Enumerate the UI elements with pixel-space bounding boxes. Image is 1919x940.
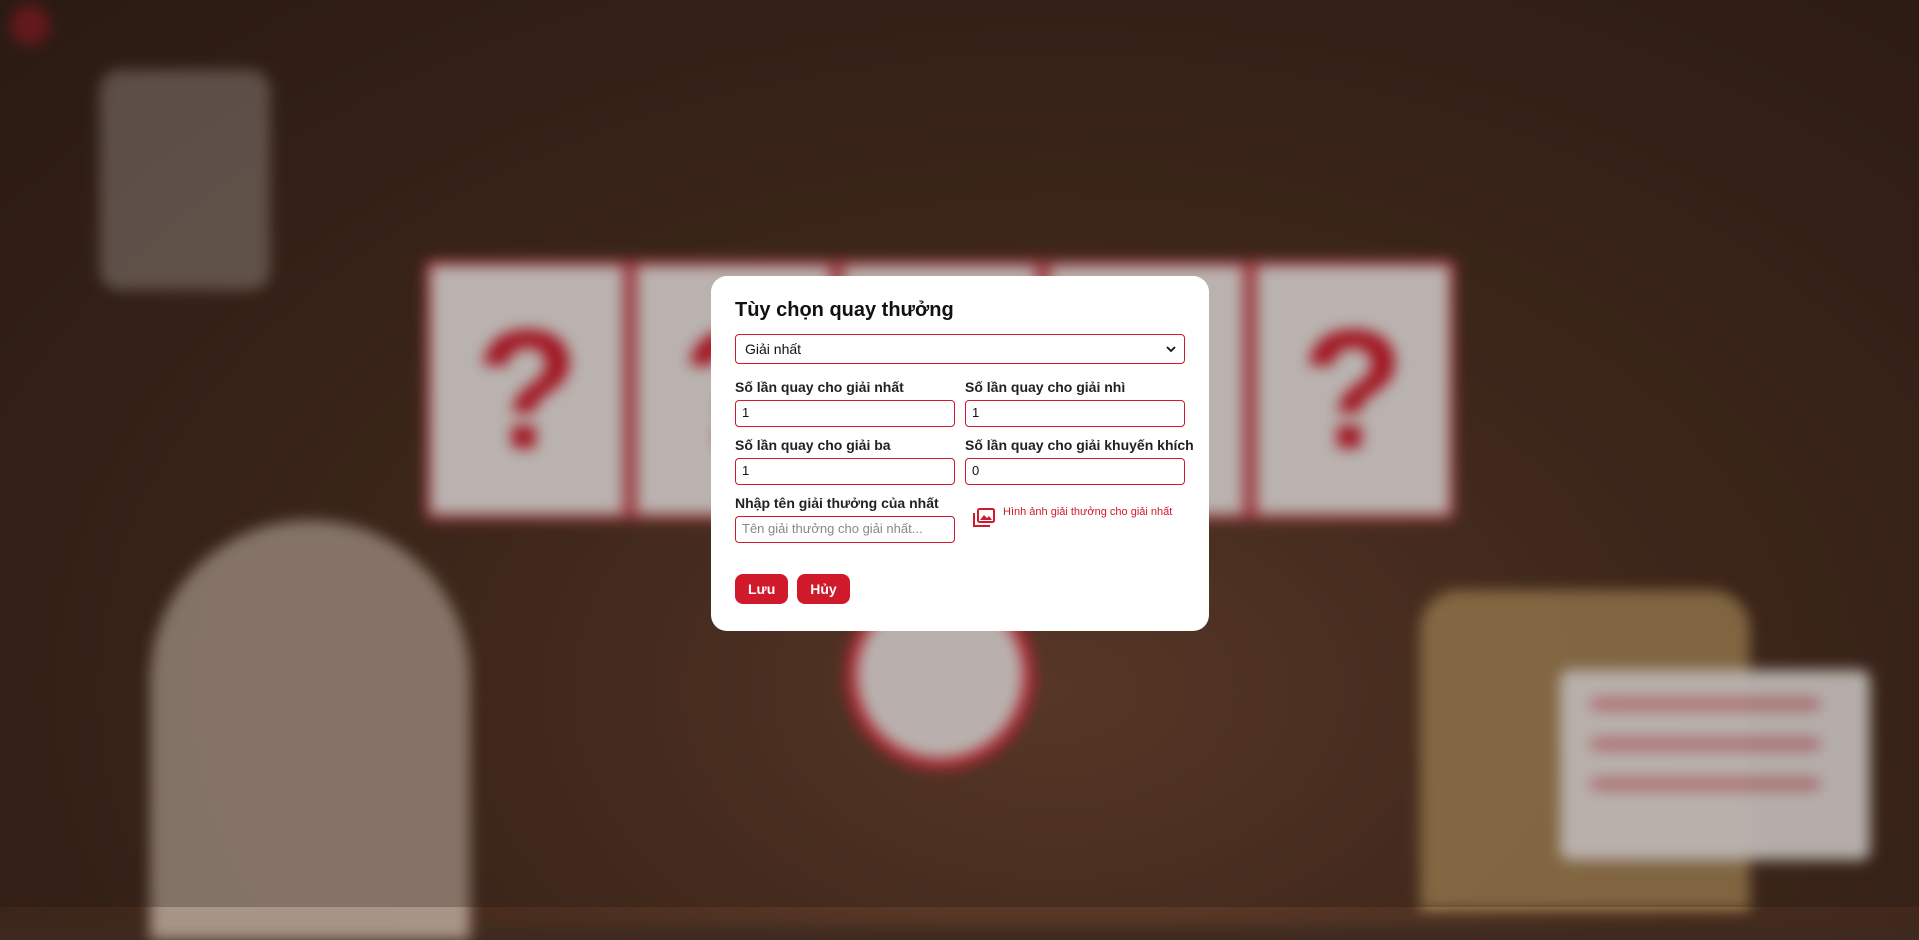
prize-name-label: Nhập tên giải thưởng của nhất — [735, 495, 939, 511]
prize-image-upload[interactable]: Hình ảnh giải thưởng cho giải nhất — [973, 506, 1173, 552]
third-prize-count-label: Số lần quay cho giải ba — [735, 437, 891, 453]
consolation-prize-count-input[interactable]: 0 — [965, 458, 1185, 485]
first-prize-count-input[interactable]: 1 — [735, 400, 955, 427]
second-prize-count-field: Số lần quay cho giải nhì 1 — [965, 378, 1185, 427]
cancel-button[interactable]: Hủy — [797, 574, 850, 604]
modal-actions: Lưu Hủy — [735, 574, 1185, 604]
first-prize-count-label: Số lần quay cho giải nhất — [735, 379, 904, 395]
third-prize-count-input[interactable]: 1 — [735, 458, 955, 485]
image-gallery-icon — [973, 508, 995, 527]
prize-select-value: Giải nhất — [745, 341, 802, 357]
prize-name-field: Nhập tên giải thưởng của nhất Tên giải t… — [735, 494, 955, 543]
consolation-prize-count-field: Số lần quay cho giải khuyến khích 0 — [965, 436, 1194, 485]
spin-count-grid: Số lần quay cho giải nhất 1 Số lần quay … — [735, 378, 1194, 552]
prize-image-upload-label: Hình ảnh giải thưởng cho giải nhất — [1003, 506, 1173, 518]
consolation-prize-count-label: Số lần quay cho giải khuyến khích — [965, 437, 1194, 453]
modal-title: Tùy chọn quay thưởng — [735, 299, 954, 321]
second-prize-count-label: Số lần quay cho giải nhì — [965, 379, 1126, 395]
prize-name-input[interactable]: Tên giải thưởng cho giải nhất... — [735, 516, 955, 543]
prize-select[interactable]: Giải nhất — [735, 334, 1185, 364]
second-prize-count-input[interactable]: 1 — [965, 400, 1185, 427]
third-prize-count-field: Số lần quay cho giải ba 1 — [735, 436, 955, 485]
spin-options-modal: Tùy chọn quay thưởng Giải nhất Số lần qu… — [711, 276, 1209, 631]
first-prize-count-field: Số lần quay cho giải nhất 1 — [735, 378, 955, 427]
chevron-down-icon — [1166, 346, 1176, 353]
save-button[interactable]: Lưu — [735, 574, 789, 604]
